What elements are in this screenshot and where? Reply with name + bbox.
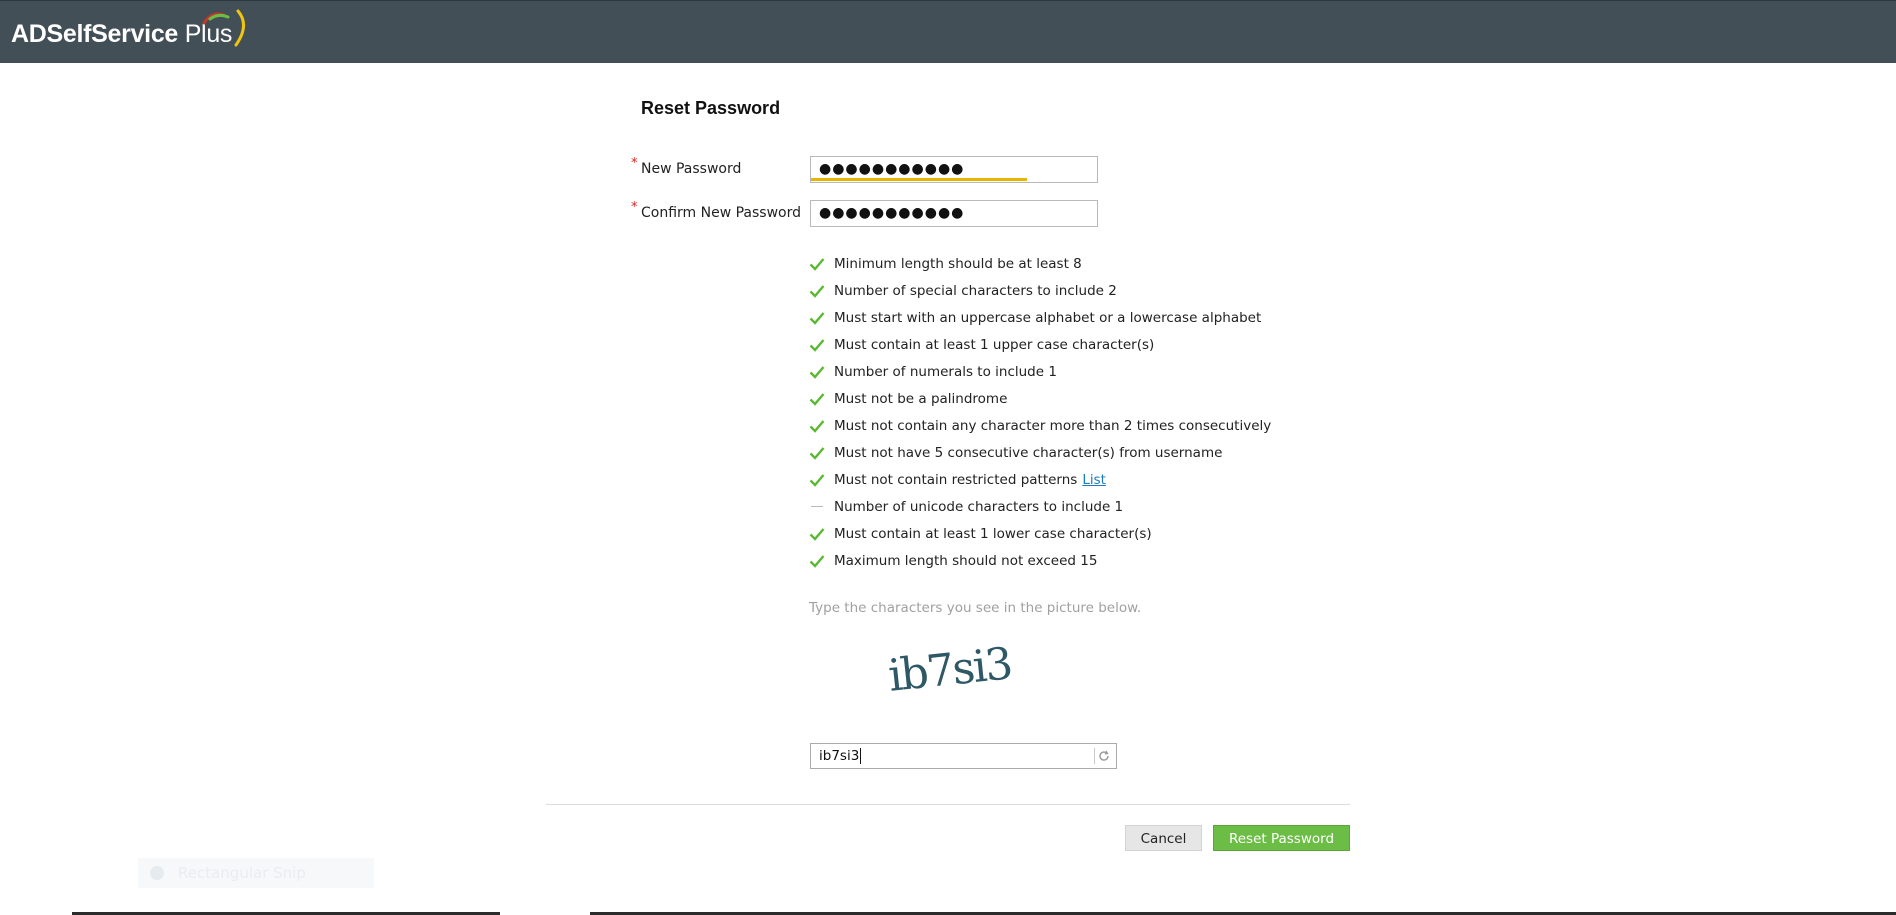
policy-rule: Number of numerals to include 1 (808, 358, 1271, 385)
pending-dash-icon (808, 498, 826, 516)
policy-rule-text: Number of special characters to include … (834, 282, 1117, 299)
svg-text:ib7si3: ib7si3 (886, 638, 1014, 702)
policy-rule: Must start with an uppercase alphabet or… (808, 304, 1271, 331)
checkmark-icon (808, 552, 826, 570)
checkmark-icon (808, 417, 826, 435)
policy-rule: Must not be a palindrome (808, 385, 1271, 412)
logo-text: ADSelfService (11, 20, 179, 48)
policy-rule: Minimum length should be at least 8 (808, 250, 1271, 277)
policy-rule: Number of special characters to include … (808, 277, 1271, 304)
policy-rule-text: Maximum length should not exceed 15 (834, 552, 1098, 569)
required-marker: * (631, 200, 638, 215)
checkmark-icon (808, 363, 826, 381)
form-divider (546, 804, 1350, 805)
captcha-image: ib7si3 (886, 638, 1014, 702)
reset-password-button[interactable]: Reset Password (1213, 825, 1350, 851)
page-title: Reset Password (641, 98, 781, 118)
policy-rule-text: Must not contain restricted patterns (834, 471, 1078, 488)
captcha-hint: Type the characters you see in the pictu… (809, 600, 1142, 616)
captcha-input-value: ib7si3 (819, 748, 860, 764)
snipping-tool-ghost: Rectangular Snip (138, 858, 374, 888)
policy-rule-text: Must contain at least 1 upper case chara… (834, 336, 1155, 353)
restricted-patterns-list-link[interactable]: List (1082, 472, 1106, 488)
policy-rule: Must contain at least 1 lower case chara… (808, 520, 1271, 547)
password-strength-bar (811, 178, 1027, 181)
checkmark-icon (808, 444, 826, 462)
new-password-label: New Password (641, 161, 742, 177)
app-logo: ADSelfService Plus (11, 20, 232, 49)
policy-rule-text: Must contain at least 1 lower case chara… (834, 525, 1152, 542)
checkmark-icon (808, 336, 826, 354)
snip-label: Rectangular Snip (178, 864, 306, 882)
confirm-password-input[interactable]: ●●●●●●●●●●● (810, 200, 1098, 227)
policy-rule-text: Minimum length should be at least 8 (834, 255, 1082, 272)
policy-rule-text: Must start with an uppercase alphabet or… (834, 309, 1262, 326)
cancel-button[interactable]: Cancel (1125, 825, 1202, 851)
policy-rule: Maximum length should not exceed 15 (808, 547, 1271, 574)
snip-icon (150, 866, 164, 880)
confirm-password-label: Confirm New Password (641, 205, 802, 221)
policy-rule: Must not contain any character more than… (808, 412, 1271, 439)
checkmark-icon (808, 282, 826, 300)
checkmark-icon (808, 255, 826, 273)
policy-rule-text: Number of numerals to include 1 (834, 363, 1057, 380)
policy-rule-text: Must not be a palindrome (834, 390, 1008, 407)
password-policy-list: Minimum length should be at least 8 Numb… (808, 250, 1271, 574)
policy-rule-text: Must not have 5 consecutive character(s)… (834, 444, 1223, 461)
logo-swoosh-icon (202, 9, 245, 47)
required-marker: * (631, 156, 638, 171)
top-header-bar: ADSelfService Plus (0, 0, 1896, 63)
checkmark-icon (808, 471, 826, 489)
checkmark-icon (808, 309, 826, 327)
policy-rule-text: Must not contain any character more than… (834, 417, 1272, 434)
refresh-captcha-icon[interactable] (1094, 748, 1113, 764)
captcha-input[interactable]: ib7si3 (810, 743, 1117, 769)
policy-rule: Must not contain restricted patterns List (808, 466, 1271, 493)
policy-rule: Must contain at least 1 upper case chara… (808, 331, 1271, 358)
checkmark-icon (808, 525, 826, 543)
policy-rule: Number of unicode characters to include … (808, 493, 1271, 520)
policy-rule-text: Number of unicode characters to include … (834, 498, 1124, 515)
checkmark-icon (808, 390, 826, 408)
policy-rule: Must not have 5 consecutive character(s)… (808, 439, 1271, 466)
